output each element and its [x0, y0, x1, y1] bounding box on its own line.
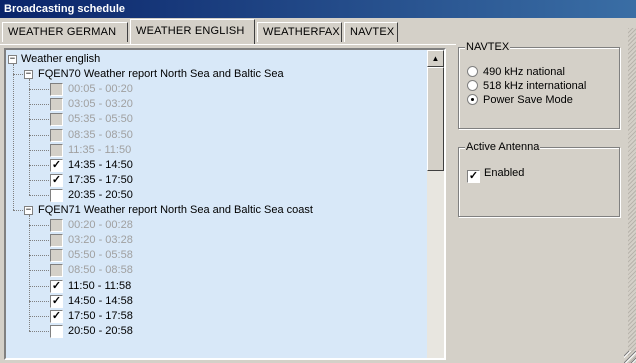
checkbox-icon[interactable] [50, 188, 63, 202]
tree-line [29, 255, 51, 257]
schedule-time-label: 05:50 - 05:58 [68, 249, 133, 262]
tree-line [29, 194, 51, 196]
tree-line [29, 119, 51, 121]
checkbox-icon[interactable] [50, 324, 63, 338]
checkbox-icon [50, 234, 63, 248]
schedule-time-label: 03:05 - 03:20 [68, 98, 133, 111]
checkbox-icon[interactable]: ✓ [467, 170, 480, 183]
navtex-option-radio[interactable]: 490 kHz national [467, 65, 565, 79]
tab-baseline [0, 44, 456, 45]
navtex-groupbox: NAVTEX 490 kHz national 518 kHz internati… [458, 41, 620, 129]
schedule-time-label: 00:05 - 00:20 [68, 83, 133, 96]
schedule-time-label: 14:35 - 14:50 [68, 158, 133, 171]
checkbox-icon[interactable]: ✓ [50, 158, 63, 172]
schedule-time-label: 17:50 - 17:58 [68, 309, 133, 322]
schedule-time-label: 17:35 - 17:50 [68, 173, 133, 186]
checkbox-icon[interactable]: ✓ [50, 279, 63, 293]
checkbox-icon [50, 143, 63, 157]
tree-group-label: FQEN70 Weather report North Sea and Balt… [38, 68, 284, 81]
tree-line [29, 330, 51, 332]
tree-line [29, 104, 51, 106]
collapse-icon[interactable]: − [8, 55, 17, 64]
tree-line [29, 315, 51, 317]
tree-line [29, 179, 51, 181]
tree-line [29, 89, 51, 91]
tree-line [29, 215, 30, 331]
schedule-time-label: 14:50 - 14:58 [68, 294, 133, 307]
schedule-time-label: 08:35 - 08:50 [68, 128, 133, 141]
resize-grip[interactable] [624, 351, 636, 363]
schedule-time-label: 11:35 - 11:50 [68, 143, 132, 156]
navtex-option-label: 518 kHz international [483, 80, 587, 92]
tree-line [29, 300, 51, 302]
tree-line [29, 285, 51, 287]
vertical-scrollbar[interactable]: ▲ [427, 50, 444, 358]
checkbox-icon [50, 113, 63, 127]
navtex-option-radio[interactable]: Power Save Mode [467, 93, 573, 107]
scroll-thumb[interactable] [427, 67, 444, 171]
splitter-hatch [628, 28, 636, 363]
checkbox-icon [50, 98, 63, 112]
checkbox-icon [50, 128, 63, 142]
up-arrow-icon: ▲ [431, 54, 440, 63]
tab-navtex[interactable]: NAVTEX [344, 22, 398, 42]
navtex-option-radio[interactable]: 518 kHz international [467, 79, 586, 93]
tree-line [29, 79, 30, 195]
checkbox-icon [50, 83, 63, 97]
schedule-time-label: 11:50 - 11:58 [68, 279, 132, 292]
options-area: NAVTEX 490 kHz national 518 kHz internati… [452, 28, 636, 363]
radio-icon[interactable] [467, 80, 478, 91]
antenna-enabled-label: Enabled [484, 167, 525, 179]
antenna-enabled-checkbox[interactable]: ✓ Enabled [467, 166, 525, 183]
collapse-icon[interactable]: − [24, 206, 33, 215]
schedule-time-label: 20:50 - 20:58 [68, 324, 133, 337]
tree-line [29, 225, 51, 227]
navtex-option-label: 490 kHz national [483, 66, 565, 78]
schedule-tree[interactable]: − Weather english − FQEN70 Weather report N… [4, 48, 446, 360]
schedule-time-label: 05:35 - 05:50 [68, 113, 133, 126]
tree-line [13, 64, 14, 210]
tree-group-label: FQEN71 Weather report North Sea and Balt… [38, 204, 313, 216]
tab-weather-german[interactable]: WEATHER GERMAN [2, 22, 128, 42]
tree-line [29, 240, 51, 242]
schedule-time-label: 00:20 - 00:28 [68, 219, 133, 232]
schedule-time-label: 08:50 - 08:58 [68, 264, 133, 277]
checkbox-icon [50, 249, 63, 263]
checkbox-icon [50, 219, 63, 233]
tab-weatherfax[interactable]: WEATHERFAX [257, 22, 342, 42]
tab-weather-english[interactable]: WEATHER ENGLISH [130, 19, 255, 44]
navtex-groupbox-title: NAVTEX [465, 41, 511, 54]
antenna-groupbox-title: Active Antenna [465, 141, 541, 154]
navtex-option-label: Power Save Mode [483, 94, 573, 106]
scroll-up-button[interactable]: ▲ [427, 50, 444, 67]
tree-content: − Weather english − FQEN70 Weather report N… [6, 50, 427, 358]
antenna-groupbox: Active Antenna ✓ Enabled [458, 141, 620, 217]
window-title-bar: Broadcasting schedule [0, 0, 636, 18]
tree-line [29, 164, 51, 166]
radio-icon[interactable] [467, 66, 478, 77]
checkbox-icon[interactable]: ✓ [50, 173, 63, 187]
checkbox-icon[interactable]: ✓ [50, 294, 63, 308]
checkbox-icon [50, 264, 63, 278]
tree-line [29, 270, 51, 272]
schedule-time-label: 03:20 - 03:28 [68, 234, 133, 247]
tree-line [29, 149, 51, 151]
radio-icon[interactable] [467, 94, 478, 105]
tree-line [29, 134, 51, 136]
tree-root-label: Weather english [21, 53, 101, 65]
schedule-time-label: 20:35 - 20:50 [68, 188, 133, 201]
collapse-icon[interactable]: − [24, 70, 33, 80]
window-title: Broadcasting schedule [4, 3, 126, 15]
checkbox-icon[interactable]: ✓ [50, 309, 63, 323]
